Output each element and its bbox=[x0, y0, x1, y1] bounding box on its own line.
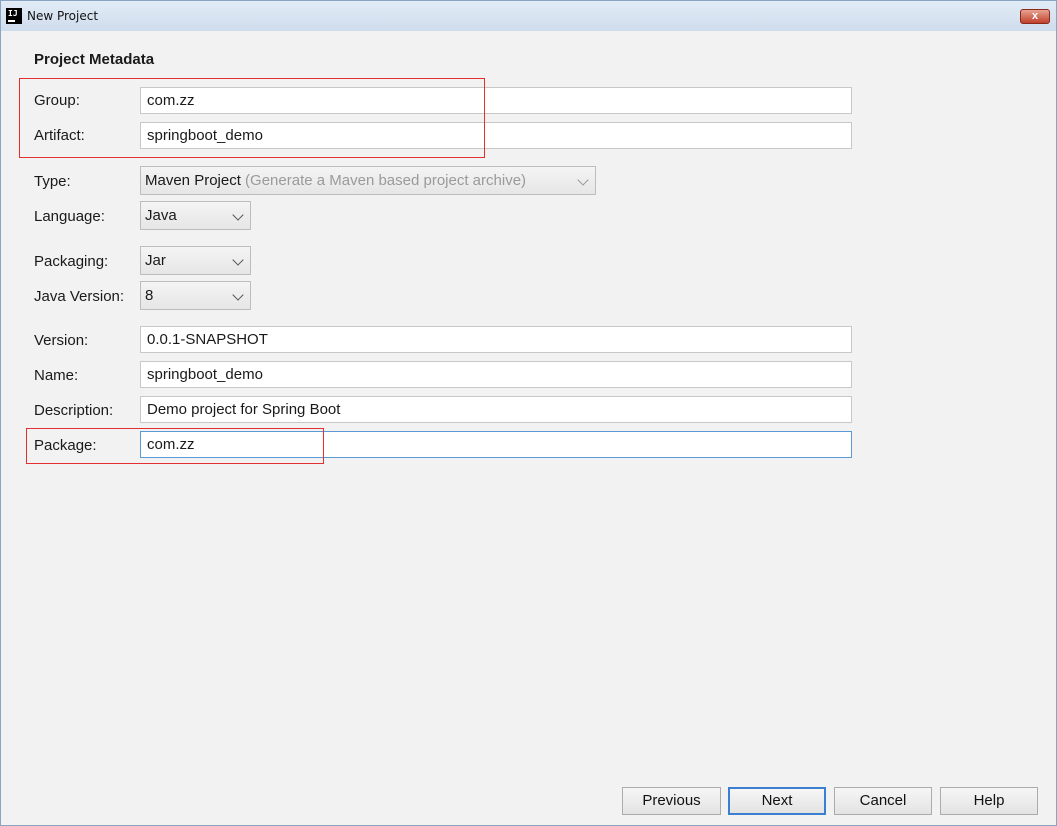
group-artifact-highlight-box bbox=[19, 78, 485, 158]
intellij-app-icon: IJ bbox=[6, 8, 22, 24]
java-version-select-value: 8 bbox=[145, 287, 154, 304]
language-select-value: Java bbox=[145, 207, 177, 224]
type-select-hint: (Generate a Maven based project archive) bbox=[245, 172, 527, 189]
version-field[interactable]: 0.0.1-SNAPSHOT bbox=[140, 326, 852, 353]
type-select[interactable]: Maven Project (Generate a Maven based pr… bbox=[140, 166, 596, 195]
packaging-label: Packaging: bbox=[34, 253, 109, 270]
language-label: Language: bbox=[34, 208, 105, 225]
chevron-down-icon bbox=[232, 209, 244, 221]
package-highlight-box bbox=[26, 428, 324, 464]
cancel-button[interactable]: Cancel bbox=[834, 787, 932, 815]
java-version-select[interactable]: 8 bbox=[140, 281, 251, 310]
close-icon[interactable]: x bbox=[1020, 9, 1050, 24]
packaging-select[interactable]: Jar bbox=[140, 246, 251, 275]
name-label: Name: bbox=[34, 367, 79, 384]
chevron-down-icon bbox=[232, 254, 244, 266]
title-bar: IJ New Project x bbox=[1, 1, 1056, 31]
window-title: New Project bbox=[27, 9, 99, 23]
section-title: Project Metadata bbox=[34, 51, 155, 68]
chevron-down-icon bbox=[232, 289, 244, 301]
name-field[interactable]: springboot_demo bbox=[140, 361, 852, 388]
type-select-value: Maven Project bbox=[145, 172, 241, 189]
type-label: Type: bbox=[34, 173, 71, 190]
description-field[interactable]: Demo project for Spring Boot bbox=[140, 396, 852, 423]
next-button[interactable]: Next bbox=[728, 787, 826, 815]
packaging-select-value: Jar bbox=[145, 252, 166, 269]
previous-button[interactable]: Previous bbox=[622, 787, 721, 815]
version-label: Version: bbox=[34, 332, 89, 349]
description-label: Description: bbox=[34, 402, 114, 419]
language-select[interactable]: Java bbox=[140, 201, 251, 230]
new-project-dialog: IJ New Project x Project Metadata Group:… bbox=[0, 0, 1057, 826]
help-button[interactable]: Help bbox=[940, 787, 1038, 815]
chevron-down-icon bbox=[577, 174, 589, 186]
java-version-label: Java Version: bbox=[34, 288, 125, 305]
